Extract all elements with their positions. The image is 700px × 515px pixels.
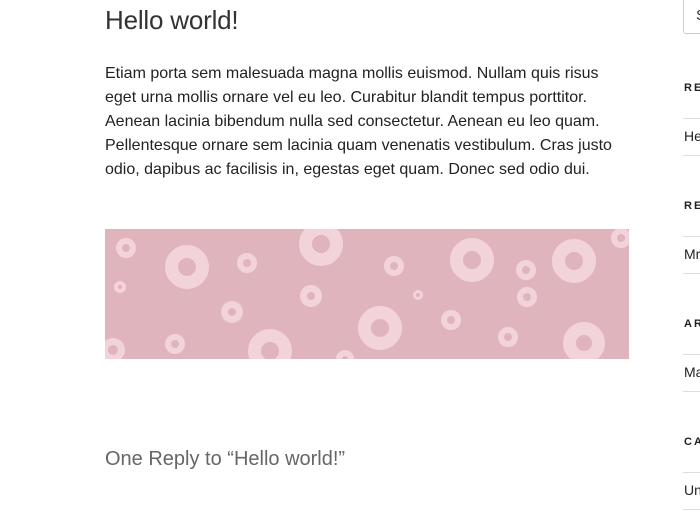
pattern-ring — [563, 322, 605, 359]
widget-title-recent-posts: RE — [684, 82, 700, 94]
pattern-ring — [611, 229, 629, 248]
pattern-ring — [299, 229, 343, 266]
pattern-ring — [384, 256, 404, 276]
pattern-ring — [165, 245, 209, 289]
widget-divider — [683, 509, 700, 510]
recent-post-link[interactable]: He — [684, 128, 700, 144]
pattern-ring — [116, 238, 136, 258]
widget-divider — [683, 155, 700, 156]
pattern-ring — [498, 327, 518, 347]
pattern-graphic — [105, 229, 629, 359]
pattern-ring — [552, 239, 596, 283]
pattern-ring — [221, 301, 243, 323]
archive-link[interactable]: Ma — [684, 364, 700, 380]
widget-title-categories: CA — [684, 436, 700, 448]
widget-title-archives: AR — [684, 318, 700, 330]
widget-divider — [683, 391, 700, 392]
pattern-ring — [248, 329, 292, 359]
widget-divider — [683, 236, 700, 237]
pattern-ring — [237, 253, 257, 273]
widget-divider — [683, 273, 700, 274]
pattern-ring — [516, 260, 536, 280]
pattern-ring — [336, 350, 354, 359]
category-link[interactable]: Un — [684, 482, 700, 498]
post-pattern-image — [105, 229, 629, 359]
widget-divider — [683, 118, 700, 119]
recent-comment-link[interactable]: Mr — [684, 246, 700, 262]
pattern-ring — [105, 338, 125, 359]
widget-title-recent-comments: RE — [684, 200, 700, 212]
pattern-ring — [358, 306, 402, 350]
pattern-ring — [441, 310, 461, 330]
pattern-ring — [300, 285, 322, 307]
post-title[interactable]: Hello world! — [105, 5, 239, 36]
pattern-ring — [517, 287, 537, 307]
pattern-ring — [450, 238, 494, 282]
pattern-ring — [165, 334, 185, 354]
pattern-ring — [413, 290, 423, 300]
search-placeholder: S — [696, 7, 700, 24]
pattern-ring — [114, 281, 126, 293]
page: Hello world! Etiam porta sem malesuada m… — [0, 0, 700, 515]
widget-divider — [683, 354, 700, 355]
sidebar: S RE He RE Mr AR Ma CA Un — [683, 0, 700, 515]
comments-title: One Reply to “Hello world!” — [105, 448, 346, 470]
post-body: Etiam porta sem malesuada magna mollis e… — [105, 65, 612, 178]
search-input[interactable]: S — [683, 0, 700, 34]
widget-divider — [683, 472, 700, 473]
